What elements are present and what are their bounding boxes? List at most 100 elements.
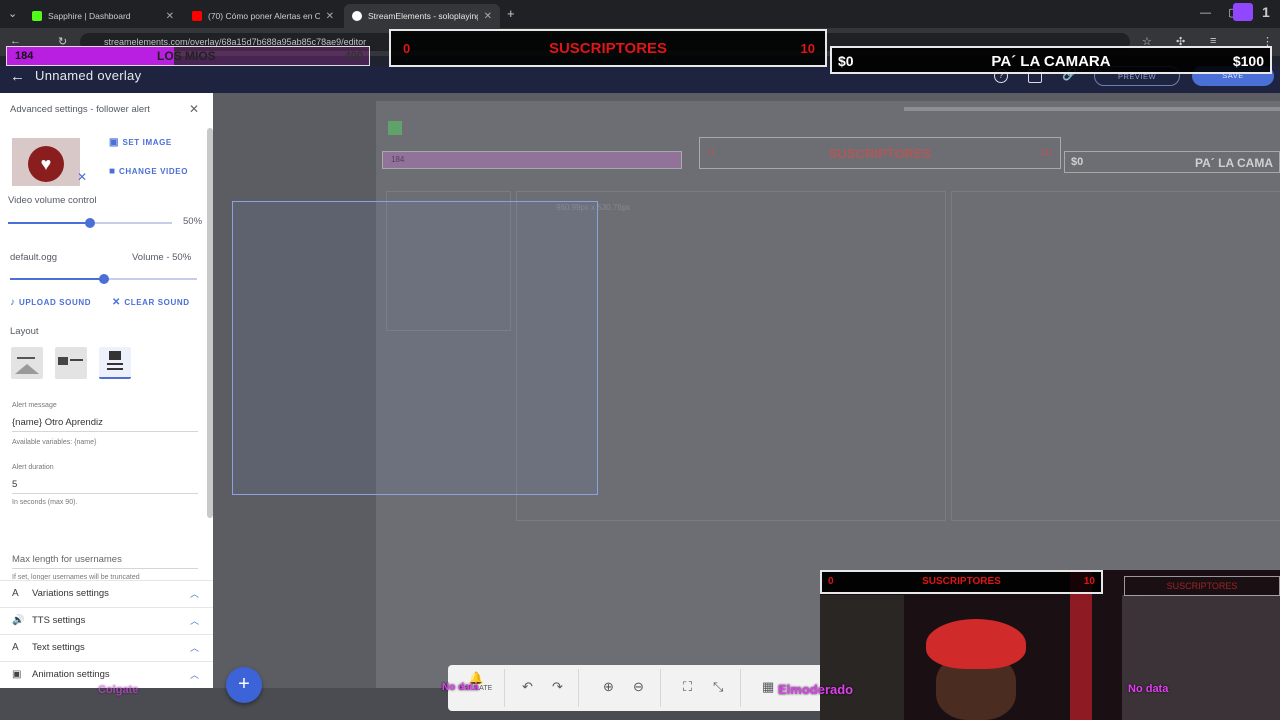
ghost-count: 184 bbox=[391, 155, 405, 164]
fit-screen-icon[interactable]: ⛶ bbox=[683, 679, 692, 695]
layout-text-icon bbox=[17, 357, 35, 359]
layout-label: Layout bbox=[10, 326, 39, 337]
window-number-icon: 1 bbox=[1262, 4, 1270, 20]
alert-message-input[interactable]: {name} Otro Aprendiz bbox=[12, 417, 103, 428]
shrink-icon[interactable]: ⤡ bbox=[713, 679, 723, 695]
video-volume-label: Video volume control bbox=[8, 195, 97, 206]
accordion-text[interactable]: A Text settings ︿ bbox=[0, 634, 213, 661]
streamelements-favicon-icon bbox=[352, 11, 362, 21]
slider-knob[interactable] bbox=[85, 218, 95, 228]
toolbar-divider bbox=[504, 669, 505, 707]
new-tab-button[interactable]: + bbox=[507, 6, 515, 21]
cam-mirror-label: SUSCRIPTORES bbox=[1124, 576, 1280, 596]
tab-youtube[interactable]: (70) Cómo poner Alertas en OB ✕ bbox=[184, 4, 342, 28]
close-tab-icon[interactable]: ✕ bbox=[484, 11, 492, 22]
youtube-favicon-icon bbox=[192, 11, 202, 21]
toolbar-divider bbox=[578, 669, 579, 707]
slider-fill bbox=[8, 222, 90, 224]
upload-sound-label: UPLOAD SOUND bbox=[18, 298, 92, 307]
change-video-label: CHANGE VIDEO bbox=[119, 167, 189, 176]
close-tab-icon[interactable]: ✕ bbox=[166, 11, 174, 22]
duration-hint: In seconds (max 90). bbox=[12, 499, 78, 506]
available-variables-hint: Available variables: {name} bbox=[12, 439, 97, 446]
chevron-up-icon[interactable]: ︿ bbox=[190, 668, 199, 681]
chevron-up-icon[interactable]: ︿ bbox=[190, 587, 199, 600]
ghost-cam-left: $0 bbox=[1071, 156, 1084, 168]
max-length-input[interactable]: Max length for usernames bbox=[12, 554, 122, 565]
remove-media-icon[interactable]: ✕ bbox=[77, 170, 87, 184]
webcam-mirror bbox=[1122, 595, 1280, 720]
subs-goal: 10 bbox=[800, 41, 815, 56]
image-icon: ▣ bbox=[109, 137, 123, 148]
followers-goal-label: LOS MIOS bbox=[157, 49, 216, 63]
text-a-icon: A bbox=[12, 588, 19, 599]
text-a-icon: A bbox=[12, 642, 19, 653]
editor-back-button[interactable]: ← bbox=[10, 68, 25, 85]
zoom-out-icon[interactable]: ⊖ bbox=[633, 679, 644, 695]
ghost-subs-right: 10 bbox=[1039, 147, 1052, 159]
add-widget-button[interactable]: + bbox=[226, 667, 262, 703]
accordion-variations[interactable]: A Variations settings ︿ bbox=[0, 580, 213, 607]
chevron-up-icon[interactable]: ︿ bbox=[190, 614, 199, 627]
field-underline bbox=[12, 431, 198, 432]
video-icon: ■ bbox=[109, 166, 120, 177]
tab-search-icon[interactable]: ⌄ bbox=[8, 7, 17, 20]
upload-sound-button[interactable]: ♪ UPLOAD SOUND bbox=[10, 297, 91, 308]
undo-icon[interactable]: ↶ bbox=[522, 679, 533, 695]
field-underline bbox=[12, 568, 198, 569]
close-tab-icon[interactable]: ✕ bbox=[326, 11, 334, 22]
alert-message-label: Alert message bbox=[12, 402, 57, 409]
redo-icon[interactable]: ↷ bbox=[552, 679, 563, 695]
change-video-button[interactable]: ■ CHANGE VIDEO bbox=[109, 166, 188, 177]
layout-text-over-image-option[interactable] bbox=[99, 347, 131, 379]
toolbar-divider bbox=[660, 669, 661, 707]
ghost-cam-label: PA´ LA CAMA bbox=[1195, 156, 1273, 170]
alert-duration-label: Alert duration bbox=[12, 464, 54, 471]
kick-favicon-icon bbox=[32, 11, 42, 21]
subs-label: SUSCRIPTORES bbox=[548, 40, 668, 57]
camera-donation-bar: $0 PA´ LA CAMARA $100 bbox=[830, 46, 1272, 74]
selected-widget-box[interactable] bbox=[232, 201, 598, 495]
ghost-progress-line bbox=[904, 107, 1280, 111]
set-image-label: SET IMAGE bbox=[122, 138, 172, 147]
ghost-camera-bar: $0 PA´ LA CAMA bbox=[1064, 151, 1280, 173]
tab-title: StreamElements - soloplaying bbox=[368, 11, 478, 21]
ghost-subs-label: SUSCRIPTORES bbox=[828, 146, 932, 161]
panel-scrollbar[interactable] bbox=[207, 128, 213, 518]
alert-media-thumbnail: ♥ bbox=[12, 138, 80, 186]
accordion-label: Text settings bbox=[32, 642, 85, 653]
sound-volume-slider[interactable] bbox=[10, 274, 197, 284]
tab-title: Sapphire | Dashboard bbox=[48, 11, 131, 21]
slider-knob[interactable] bbox=[98, 274, 109, 284]
overlay-title[interactable]: Unnamed overlay bbox=[35, 68, 141, 83]
tab-streamelements[interactable]: StreamElements - soloplaying ✕ bbox=[344, 4, 500, 28]
layout-line-icon bbox=[107, 363, 123, 365]
layout-side-option[interactable] bbox=[55, 347, 87, 379]
grid-icon[interactable]: ▦ bbox=[762, 679, 774, 695]
cam-subs-label: SUSCRIPTORES bbox=[922, 576, 1001, 587]
alert-duration-input[interactable]: 5 bbox=[12, 479, 17, 490]
accordion-tts[interactable]: 🔊 TTS settings ︿ bbox=[0, 607, 213, 634]
clear-icon: ✕ bbox=[112, 297, 125, 308]
layout-image-icon bbox=[58, 357, 68, 365]
subscribers-goal-bar: 0 SUSCRIPTORES 10 bbox=[389, 29, 827, 67]
layout-line-icon bbox=[70, 359, 83, 361]
close-panel-icon[interactable]: ✕ bbox=[189, 102, 199, 116]
animation-icon: ▣ bbox=[12, 669, 22, 680]
donation-goal: $100 bbox=[1232, 53, 1264, 69]
sound-file-name: default.ogg bbox=[10, 252, 58, 263]
browser-tab-bar: ⌄ Sapphire | Dashboard ✕ (70) Cómo poner… bbox=[0, 0, 1280, 28]
tab-sapphire-dashboard[interactable]: Sapphire | Dashboard ✕ bbox=[24, 4, 182, 28]
minimize-icon[interactable]: — bbox=[1200, 7, 1211, 19]
clear-sound-button[interactable]: ✕ CLEAR SOUND bbox=[112, 297, 190, 308]
chevron-up-icon[interactable]: ︿ bbox=[190, 641, 199, 654]
video-volume-slider[interactable] bbox=[8, 218, 172, 228]
overlay-no-data-right: No data bbox=[1128, 683, 1169, 695]
toolbar-divider bbox=[740, 669, 741, 707]
set-image-button[interactable]: ▣ SET IMAGE bbox=[109, 137, 172, 148]
layout-image-above-option[interactable] bbox=[11, 347, 43, 379]
zoom-in-icon[interactable]: ⊕ bbox=[603, 679, 614, 695]
overlay-tag-left: Colgate bbox=[98, 684, 139, 696]
music-note-icon: ♪ bbox=[10, 297, 19, 308]
followers-count: 184 bbox=[15, 50, 34, 62]
